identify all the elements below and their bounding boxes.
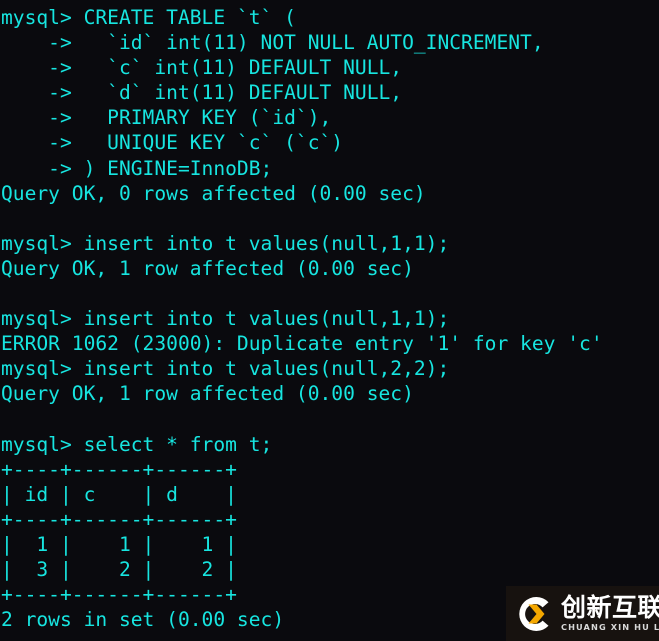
watermark-pinyin: CHUANG XIN HU LIAN [561,622,659,633]
terminal-line: Query OK, 0 rows affected (0.00 sec) [1,181,426,205]
terminal-line: -> `c` int(11) DEFAULT NULL, [1,56,403,80]
terminal-line: +----+------+------+ [1,507,237,531]
watermark-chinese-name: 创新互联 [561,593,659,623]
terminal-line: -> `d` int(11) DEFAULT NULL, [1,81,403,105]
terminal-output[interactable]: mysql> CREATE TABLE `t` ( -> `id` int(11… [0,5,659,632]
terminal-line: mysql> insert into t values(null,1,1); [1,307,450,331]
watermark-logo: 创新互联 CHUANG XIN HU LIAN [506,586,659,641]
terminal-line: +----+------+------+ [1,457,237,481]
terminal-line: mysql> select * from t; [1,432,273,456]
terminal-line: -> `id` int(11) NOT NULL AUTO_INCREMENT, [1,31,544,55]
terminal-line: mysql> insert into t values(null,2,2); [1,357,450,381]
terminal-line: mysql> CREATE TABLE `t` ( [1,6,296,29]
terminal-line: Query OK, 1 row affected (0.00 sec) [1,256,414,280]
terminal-line: -> PRIMARY KEY (`id`), [1,106,332,130]
terminal-line: -> UNIQUE KEY `c` (`c`) [1,131,344,155]
watermark-text-group: 创新互联 CHUANG XIN HU LIAN [561,595,659,631]
terminal-line: | 3 | 2 | 2 | [1,558,237,582]
brand-c-mark-icon [512,592,556,636]
terminal-line: mysql> insert into t values(null,1,1); [1,231,450,255]
terminal-window: mysql> CREATE TABLE `t` ( -> `id` int(11… [0,0,659,641]
terminal-line: ERROR 1062 (23000): Duplicate entry '1' … [1,332,603,356]
terminal-line: | id | c | d | [1,482,237,506]
terminal-line: -> ) ENGINE=InnoDB; [1,156,273,180]
terminal-line: Query OK, 1 row affected (0.00 sec) [1,382,414,406]
terminal-line: | 1 | 1 | 1 | [1,532,237,556]
